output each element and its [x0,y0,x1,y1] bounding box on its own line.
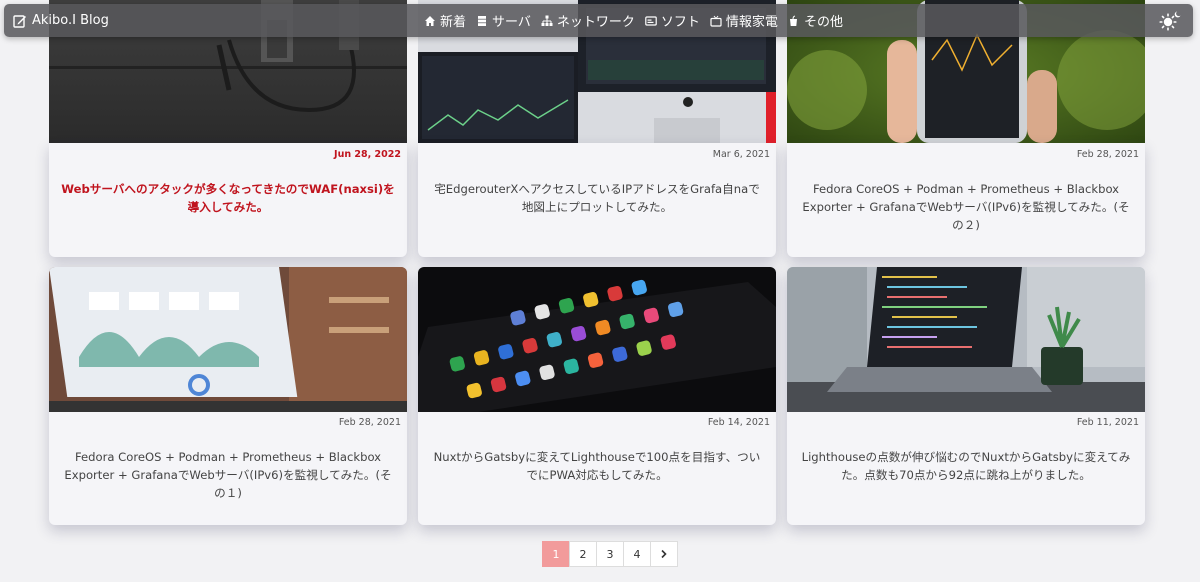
page-button-3[interactable]: 3 [596,541,624,567]
nav-item-appliance[interactable]: 情報家電 [710,11,778,30]
post-date: Feb 14, 2021 [707,417,770,428]
tv-icon [710,15,722,27]
chevron-right-icon [661,549,667,559]
post-thumbnail[interactable] [49,267,407,412]
page-button-2[interactable]: 2 [569,541,597,567]
brand-title: Akibo.I Blog [32,13,109,28]
nav-item-label: その他 [803,15,843,30]
laptop-code-image [787,267,1145,412]
pagination: 1 2 3 4 [542,541,678,567]
theme-toggle-button[interactable] [1158,9,1182,33]
post-title[interactable]: Fedora CoreOS + Podman + Prometheus + Bl… [61,448,395,502]
post-card[interactable]: Feb 28, 2021 Fedora CoreOS + Podman + Pr… [787,143,1145,257]
post-title[interactable]: Lighthouseの点数が伸び悩むのでNuxtからGatsbyに変えてみた。点… [799,448,1133,484]
edit-icon [13,14,27,28]
post-thumbnail[interactable] [787,267,1145,412]
post-card[interactable]: Jun 28, 2022 Webサーバへのアタックが多くなってきたのでWAF(n… [49,143,407,257]
next-page-button[interactable] [650,541,678,567]
post-title[interactable]: Fedora CoreOS + Podman + Prometheus + Bl… [799,180,1133,234]
laptop-analytics-image [49,267,407,412]
post-date: Feb 11, 2021 [1076,417,1139,428]
post-date: Feb 28, 2021 [1076,149,1139,160]
window-icon [645,15,657,27]
post-title[interactable]: Webサーバへのアタックが多くなってきたのでWAF(naxsi)を導入してみた。 [61,180,395,216]
home-icon [424,15,436,27]
page-button-1[interactable]: 1 [542,541,570,567]
post-date: Mar 6, 2021 [712,149,770,160]
nav-item-label: ソフト [660,15,700,30]
nav-item-other[interactable]: その他 [788,11,843,30]
cup-icon [788,15,800,27]
post-thumbnail[interactable] [418,267,776,412]
post-card[interactable]: Feb 11, 2021 Lighthouseの点数が伸び悩むのでNuxtからG… [787,267,1145,525]
nav-item-label: 新着 [440,15,467,30]
server-icon [476,15,488,27]
post-card[interactable]: Mar 6, 2021 宅EdgerouterXへアクセスしているIPアドレスを… [418,143,776,257]
post-date: Jun 28, 2022 [334,149,401,160]
brand-link[interactable]: Akibo.I Blog [13,4,109,37]
post-date: Feb 28, 2021 [338,417,401,428]
sun-moon-icon [1159,11,1181,31]
top-navbar: Akibo.I Blog 新着 サーバ ネットワーク ソフト 情報家電 その他 [4,4,1193,37]
network-icon [541,15,553,27]
smartphone-apps-image [418,267,776,412]
post-card[interactable]: Feb 14, 2021 NuxtからGatsbyに変えてLighthouseで… [418,267,776,525]
post-title[interactable]: 宅EdgerouterXへアクセスしているIPアドレスをGrafa自naで地図上… [430,180,764,216]
nav-menu: 新着 サーバ ネットワーク ソフト 情報家電 その他 [424,4,843,37]
nav-item-network[interactable]: ネットワーク [541,11,635,30]
nav-item-label: サーバ [492,15,531,30]
nav-item-software[interactable]: ソフト [645,11,700,30]
nav-item-label: ネットワーク [556,15,635,30]
nav-item-new[interactable]: 新着 [424,11,466,30]
nav-item-server[interactable]: サーバ [476,11,531,30]
nav-item-label: 情報家電 [725,15,778,30]
page-button-4[interactable]: 4 [623,541,651,567]
post-title[interactable]: NuxtからGatsbyに変えてLighthouseで100点を目指す、ついでに… [430,448,764,484]
post-card[interactable]: Feb 28, 2021 Fedora CoreOS + Podman + Pr… [49,267,407,525]
